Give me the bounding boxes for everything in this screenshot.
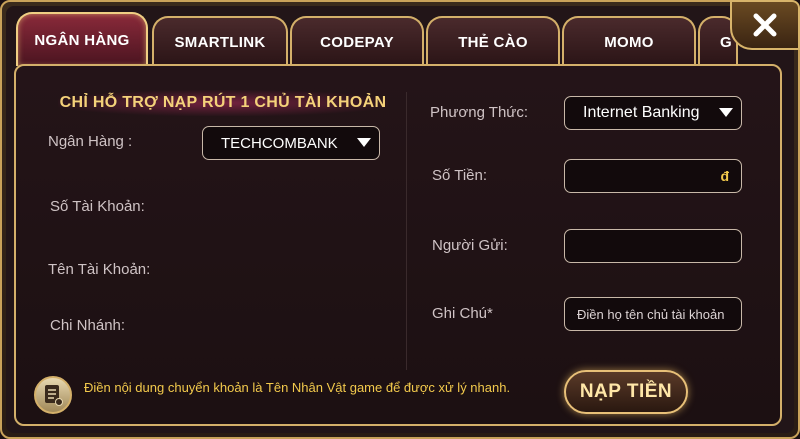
note-placeholder: Điền họ tên chủ tài khoản bbox=[577, 306, 725, 322]
tab-bar: NGÂN HÀNG SMARTLINK CODEPAY THẺ CÀO MOMO… bbox=[12, 12, 738, 66]
chevron-down-icon bbox=[349, 138, 379, 148]
tab-codepay[interactable]: CODEPAY bbox=[290, 16, 424, 66]
note-input[interactable]: Điền họ tên chủ tài khoản bbox=[564, 297, 742, 331]
account-number-label: Số Tài Khoản: bbox=[50, 198, 145, 215]
account-name-label: Tên Tài Khoản: bbox=[48, 261, 151, 278]
sender-input[interactable] bbox=[564, 229, 742, 263]
chevron-down-icon bbox=[711, 108, 741, 118]
currency-symbol: đ bbox=[720, 168, 729, 184]
method-select-value: Internet Banking bbox=[583, 104, 700, 121]
tab-ngan-hang[interactable]: NGÂN HÀNG bbox=[16, 12, 148, 66]
deposit-button[interactable]: NẠP TIỀN bbox=[564, 370, 688, 414]
bank-label: Ngân Hàng : bbox=[48, 133, 133, 150]
close-button[interactable] bbox=[730, 0, 800, 50]
sender-label: Người Gửi: bbox=[432, 237, 508, 254]
close-x-icon bbox=[753, 13, 777, 37]
tab-momo[interactable]: MOMO bbox=[562, 16, 696, 66]
notice-banner: CHỈ HỖ TRỢ NẠP RÚT 1 CHỦ TÀI KHOẢN bbox=[58, 90, 388, 116]
note-label: Ghi Chú* bbox=[432, 305, 493, 322]
amount-input[interactable]: đ bbox=[564, 159, 742, 193]
branch-label: Chi Nhánh: bbox=[50, 317, 126, 334]
tab-smartlink[interactable]: SMARTLINK bbox=[152, 16, 288, 66]
footer-info-text: Điền nội dung chuyển khoản là Tên Nhân V… bbox=[84, 380, 511, 395]
tab-the-cao[interactable]: THẺ CÀO bbox=[426, 16, 560, 66]
amount-label: Số Tiền: bbox=[432, 167, 488, 184]
column-divider bbox=[406, 92, 407, 370]
method-select[interactable]: Internet Banking bbox=[564, 96, 742, 130]
method-label: Phương Thức: bbox=[430, 104, 529, 121]
bank-select[interactable]: TECHCOMBANK bbox=[202, 126, 380, 160]
document-icon bbox=[34, 376, 72, 414]
bank-select-value: TECHCOMBANK bbox=[221, 134, 338, 152]
